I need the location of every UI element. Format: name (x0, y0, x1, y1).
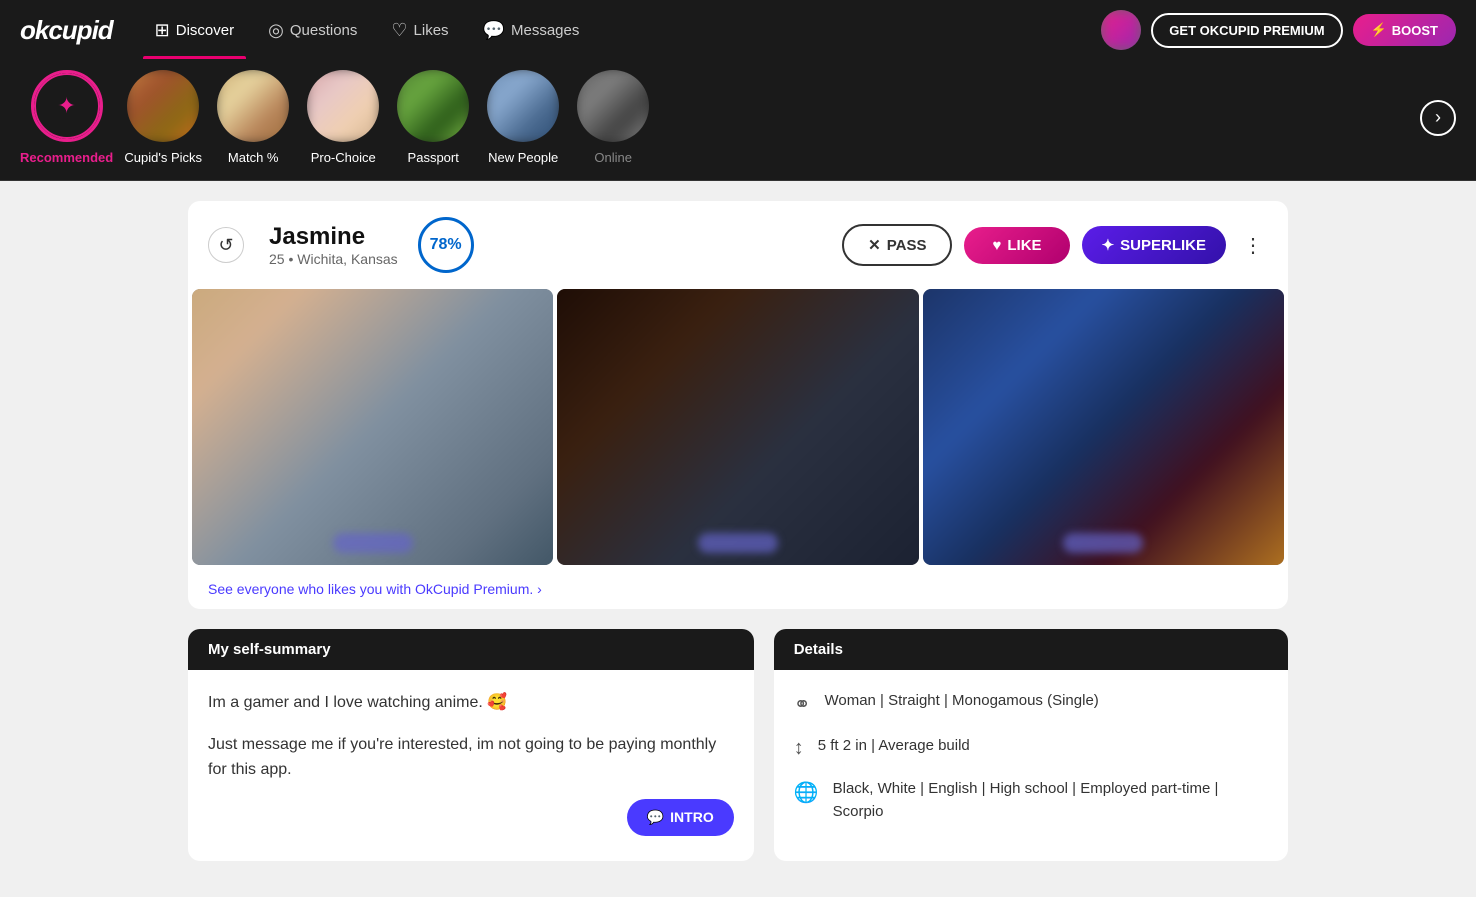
detail-row-height: ↕ 5 ft 2 in | Average build (794, 735, 1268, 760)
cupids-picks-label: Cupid's Picks (124, 150, 202, 165)
summary-paragraph-1: Im a gamer and I love watching anime. 🥰 (208, 690, 734, 716)
match-label: Match % (228, 150, 279, 165)
category-pro-choice[interactable]: Pro-Choice (303, 70, 383, 165)
categories-next-button[interactable]: › (1420, 100, 1456, 136)
pass-button[interactable]: ✕ PASS (842, 224, 952, 266)
nav-messages[interactable]: 💬 Messages (471, 12, 592, 49)
premium-button[interactable]: GET OKCUPID PREMIUM (1151, 13, 1342, 48)
self-summary-card: My self-summary Im a gamer and I love wa… (188, 629, 754, 861)
online-label: Online (594, 150, 632, 165)
nav-questions[interactable]: ◎ Questions (256, 12, 369, 49)
messages-icon: 💬 (483, 20, 505, 41)
action-buttons: ✕ PASS ♥ LIKE ✦ SUPERLIKE ⋮ (842, 224, 1268, 266)
superlike-icon: ✦ (1102, 236, 1115, 254)
details-header: Details (774, 629, 1288, 670)
recommended-icon-circle: ✦ (34, 73, 100, 139)
photos-strip (188, 289, 1288, 569)
undo-button[interactable]: ↺ (208, 227, 244, 263)
heart-icon: ♡ (391, 20, 407, 41)
photo-2-badge (698, 533, 778, 553)
nav-discover[interactable]: ⊞ Discover (143, 12, 246, 49)
category-passport[interactable]: Passport (393, 70, 473, 165)
premium-likes-link[interactable]: See everyone who likes you with OkCupid … (208, 581, 542, 597)
superlike-button[interactable]: ✦ SUPERLIKE (1082, 226, 1226, 264)
heart-filled-icon: ♥ (992, 237, 1001, 254)
category-online[interactable]: Online (573, 70, 653, 165)
detail-row-gender: ⚭ Woman | Straight | Monogamous (Single) (794, 690, 1268, 717)
detail-gender-text: Woman | Straight | Monogamous (Single) (824, 690, 1098, 713)
globe-icon: 🌐 (794, 780, 819, 805)
gender-icon: ⚭ (794, 692, 811, 717)
detail-background-text: Black, White | English | High school | E… (833, 778, 1268, 823)
sun-icon: ✦ (57, 93, 75, 119)
photo-2[interactable] (557, 289, 918, 565)
new-people-thumb (487, 70, 559, 142)
photo-3-badge (1063, 533, 1143, 553)
self-summary-header: My self-summary (188, 629, 754, 670)
detail-row-background: 🌐 Black, White | English | High school |… (794, 778, 1268, 823)
photo-3[interactable] (923, 289, 1284, 565)
categories-bar-wrapper: ✦ Recommended Cupid's Picks Match % Pro-… (0, 60, 1476, 181)
intro-button[interactable]: 💬 INTRO (627, 799, 734, 836)
online-thumb (577, 70, 649, 142)
x-icon: ✕ (868, 236, 881, 254)
more-options-button[interactable]: ⋮ (1238, 228, 1268, 263)
recommended-label: Recommended (20, 150, 113, 165)
message-icon: 💬 (647, 809, 664, 826)
recommended-thumb: ✦ (31, 70, 103, 142)
profile-header: ↺ Jasmine 25 • Wichita, Kansas 78% ✕ PAS… (188, 201, 1288, 289)
height-icon: ↕ (794, 737, 804, 760)
category-cupids-picks[interactable]: Cupid's Picks (123, 70, 203, 165)
cupids-picks-thumb (127, 70, 199, 142)
nav-likes[interactable]: ♡ Likes (379, 12, 460, 49)
profile-name: Jasmine (269, 223, 398, 251)
category-recommended[interactable]: ✦ Recommended (20, 70, 113, 165)
app-logo: okcupid (20, 15, 113, 46)
main-content: ↺ Jasmine 25 • Wichita, Kansas 78% ✕ PAS… (168, 181, 1308, 881)
profile-card: ↺ Jasmine 25 • Wichita, Kansas 78% ✕ PAS… (188, 201, 1288, 609)
likes-banner[interactable]: See everyone who likes you with OkCupid … (188, 569, 1288, 609)
details-card: Details ⚭ Woman | Straight | Monogamous … (774, 629, 1288, 861)
match-percent-circle: 78% (418, 217, 474, 273)
details-body: ⚭ Woman | Straight | Monogamous (Single)… (774, 670, 1288, 861)
photo-1[interactable] (192, 289, 553, 565)
photo-1-badge (333, 533, 413, 553)
new-people-label: New People (488, 150, 558, 165)
pro-choice-thumb (307, 70, 379, 142)
profile-details: My self-summary Im a gamer and I love wa… (188, 629, 1288, 861)
detail-height-text: 5 ft 2 in | Average build (818, 735, 970, 758)
self-summary-body: Im a gamer and I love watching anime. 🥰 … (188, 670, 754, 819)
discover-icon: ⊞ (155, 20, 170, 41)
passport-label: Passport (408, 150, 459, 165)
profile-info: Jasmine 25 • Wichita, Kansas (269, 223, 398, 267)
profile-age-location: 25 • Wichita, Kansas (269, 251, 398, 267)
match-thumb (217, 70, 289, 142)
summary-text: Im a gamer and I love watching anime. 🥰 … (208, 690, 734, 783)
top-navigation: okcupid ⊞ Discover ◎ Questions ♡ Likes 💬… (0, 0, 1476, 60)
boost-button[interactable]: ⚡ BOOST (1353, 14, 1456, 46)
questions-icon: ◎ (268, 20, 284, 41)
user-avatar[interactable] (1101, 10, 1141, 50)
category-new-people[interactable]: New People (483, 70, 563, 165)
categories-bar: ✦ Recommended Cupid's Picks Match % Pro-… (0, 60, 1476, 180)
boost-lightning-icon: ⚡ (1371, 22, 1387, 38)
passport-thumb (397, 70, 469, 142)
summary-paragraph-2: Just message me if you're interested, im… (208, 732, 734, 783)
like-button[interactable]: ♥ LIKE (964, 227, 1069, 264)
pro-choice-label: Pro-Choice (311, 150, 376, 165)
category-match[interactable]: Match % (213, 70, 293, 165)
